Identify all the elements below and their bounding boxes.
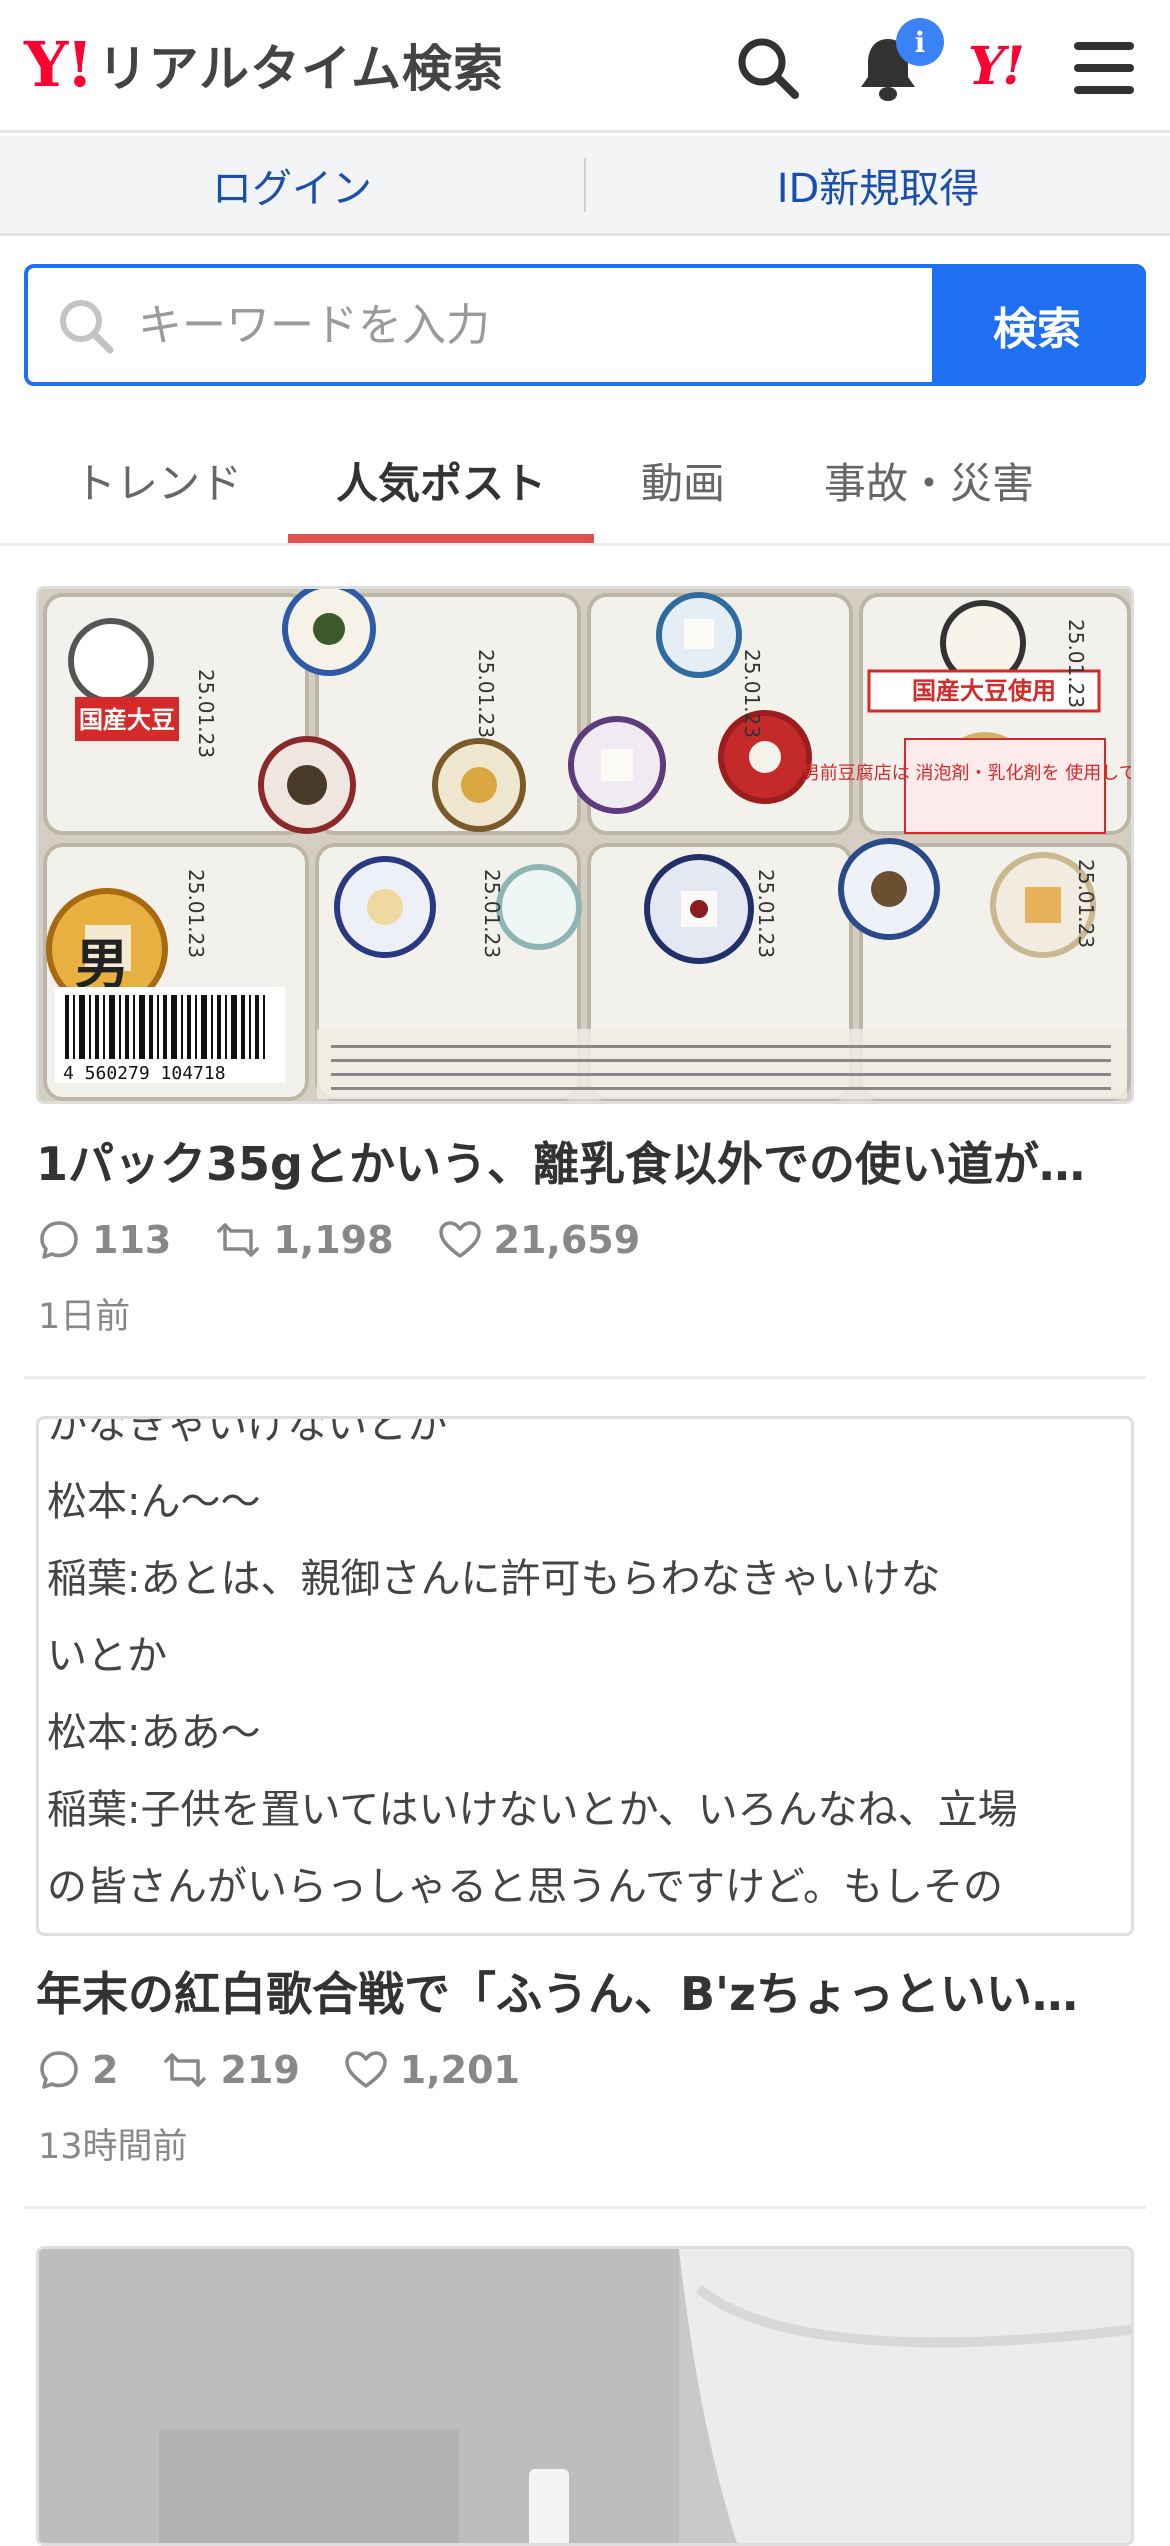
post-title[interactable]: 1パック35gとかいう、離乳食以外での使い道が… — [36, 1128, 1136, 1194]
post-divider — [24, 1376, 1146, 1379]
image-text-line: 稲葉:あとは、親御さんに許可もらわなきゃいけな — [47, 1556, 941, 1602]
tab-trend[interactable]: トレンド — [74, 450, 242, 511]
search-button[interactable]: 検索 — [932, 268, 1142, 382]
search-bar: 検索 — [24, 264, 1146, 386]
repost-icon — [217, 1223, 260, 1257]
tab-popular-posts[interactable]: 人気ポスト — [336, 450, 546, 511]
image-text-line: 松本:ん〜〜 — [47, 1479, 261, 1525]
tofu-pack-photo: 国産大豆 国産大豆使用 男前豆腐店は 消泡剤・乳化剤を 使用していません 25.… — [39, 589, 1134, 1101]
date-stamp: 25.01.23 — [1064, 619, 1088, 708]
date-stamp: 25.01.23 — [194, 669, 218, 758]
repost-count-value: 219 — [220, 2048, 300, 2092]
reply-count-value: 2 — [92, 2048, 119, 2092]
date-stamp: 25.01.23 — [184, 869, 208, 958]
image-text-line: かなきゃいけないとか — [47, 1416, 447, 1448]
date-stamp: 25.01.23 — [740, 649, 764, 738]
image-text-line: の皆さんがいらっしゃると思うんですけど。もしその — [47, 1864, 1003, 1910]
repost-count-value: 1,198 — [273, 1218, 394, 1262]
post-stats: 113 1,198 21,659 — [38, 1218, 684, 1262]
tab-bar: トレンド 人気ポスト 動画 事故・災害 — [0, 410, 1170, 546]
repost-count[interactable]: 1,198 — [215, 1218, 394, 1262]
app-header: Y! リアルタイム検索 i Y! — [0, 0, 1170, 133]
reply-icon — [40, 2051, 78, 2089]
search-input[interactable] — [138, 288, 918, 362]
post-image-tofu[interactable]: 国産大豆 国産大豆使用 男前豆腐店は 消泡剤・乳化剤を 使用していません 25.… — [36, 586, 1134, 1104]
reply-icon — [40, 1221, 78, 1259]
yahoo-icon[interactable]: Y! — [968, 36, 1025, 97]
menu-icon[interactable] — [1064, 28, 1144, 108]
signup-link[interactable]: ID新規取得 — [586, 156, 1170, 214]
search-field[interactable] — [28, 268, 932, 382]
bag-photo — [39, 2249, 1131, 2543]
reply-count-value: 113 — [92, 1218, 172, 1262]
notification-badge: i — [896, 18, 944, 66]
tab-accident-disaster[interactable]: 事故・災害 — [824, 450, 1034, 511]
reply-count[interactable]: 2 — [38, 2048, 118, 2092]
post-timestamp: 13時間前 — [38, 2127, 188, 2167]
repost-icon — [164, 2053, 207, 2087]
like-count[interactable]: 1,201 — [344, 2048, 520, 2092]
date-stamp: 25.01.23 — [480, 869, 504, 958]
login-link[interactable]: ログイン — [0, 156, 584, 214]
reply-count[interactable]: 113 — [38, 1218, 171, 1262]
login-bar: ログイン ID新規取得 — [0, 136, 1170, 236]
heart-icon — [438, 1221, 481, 1258]
barcode-number: 4 560279 104718 — [63, 1063, 226, 1084]
post-image-partial[interactable] — [36, 2246, 1134, 2546]
post-image-text[interactable]: かなきゃいけないとか 松本:ん〜〜 稲葉:あとは、親御さんに許可もらわなきゃいけ… — [36, 1416, 1134, 1936]
post-stats: 2 219 1,201 — [38, 2048, 564, 2092]
date-stamp: 25.01.23 — [1074, 859, 1098, 948]
post-timestamp: 1日前 — [38, 1297, 131, 1337]
heart-icon — [345, 2051, 387, 2088]
like-count-value: 21,659 — [493, 1218, 641, 1262]
brand-mark: 男 — [75, 932, 129, 996]
date-stamp: 25.01.23 — [474, 649, 498, 738]
image-text-line: いとか — [47, 1633, 167, 1679]
image-text-line: 松本:ああ〜 — [47, 1710, 261, 1756]
image-text-line: 稲葉:子供を置いてはいけないとか、いろんなね、立場 — [47, 1787, 1018, 1833]
active-tab-indicator — [288, 534, 594, 543]
post-divider — [24, 2206, 1146, 2209]
repost-count[interactable]: 219 — [162, 2048, 300, 2092]
tab-video[interactable]: 動画 — [641, 450, 725, 511]
logo-text: リアルタイム検索 — [97, 40, 504, 98]
search-icon[interactable] — [728, 28, 808, 108]
like-count[interactable]: 21,659 — [438, 1218, 641, 1262]
soy-badge-text: 国産大豆使用 — [912, 677, 1056, 705]
origin-badge-text: 国産大豆 — [79, 706, 175, 734]
date-stamp: 25.01.23 — [754, 869, 778, 958]
yahoo-realtime-logo[interactable]: Y! リアルタイム検索 — [24, 30, 504, 100]
search-field-icon — [60, 300, 114, 354]
post-title[interactable]: 年末の紅白歌合戦で「ふうん、B'zちょっといい… — [36, 1958, 1136, 2024]
notice-text: 男前豆腐店は 消泡剤・乳化剤を 使用していません — [802, 763, 1134, 784]
logo-mark: Y! — [24, 28, 93, 101]
like-count-value: 1,201 — [399, 2048, 520, 2092]
